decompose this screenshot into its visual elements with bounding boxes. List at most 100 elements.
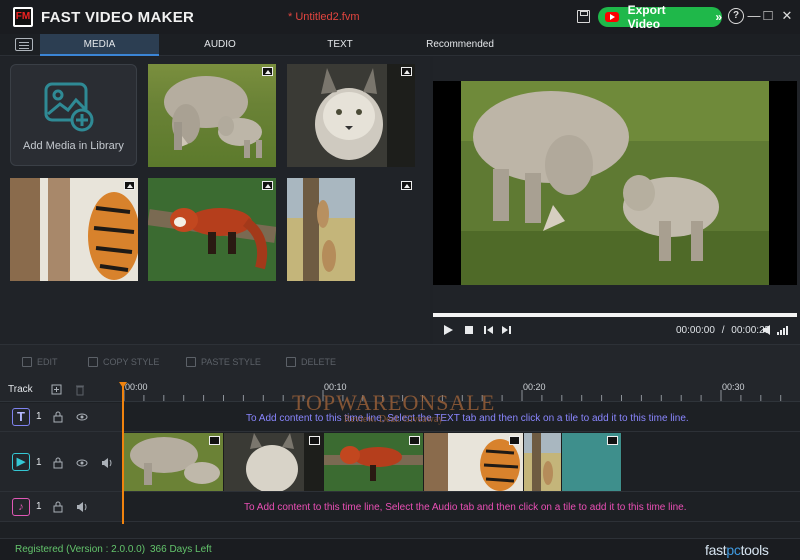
fastpctools-logo[interactable]: fastpctools: [705, 542, 769, 558]
time-display: 00:00:00 / 00:00:25: [676, 325, 770, 336]
clip-red-panda[interactable]: [324, 433, 424, 491]
help-icon[interactable]: ?: [728, 8, 744, 24]
delete-label: DELETE: [301, 357, 337, 367]
paste-style-button[interactable]: PASTE STYLE: [186, 357, 261, 367]
tiger-image: [10, 178, 138, 281]
text-track-icon: T: [12, 408, 30, 426]
audio-track-row: ♪ 1 To Add content to this time line, Se…: [0, 492, 800, 522]
menu-line: [19, 48, 29, 49]
play-icon[interactable]: [441, 323, 455, 337]
menu-line: [19, 45, 29, 46]
media-thumbnail-red-panda[interactable]: [148, 178, 276, 281]
lock-icon[interactable]: [52, 411, 64, 423]
ruler-label: 00:00: [125, 382, 148, 392]
tab-recommended[interactable]: Recommended: [400, 34, 520, 56]
audio-track-hint: To Add content to this time line, Select…: [244, 502, 687, 513]
video-preview: [433, 81, 797, 285]
add-media-label: Add Media in Library: [23, 140, 124, 152]
audio-track-header: ♪ 1: [0, 492, 123, 521]
paste-style-label: PASTE STYLE: [201, 357, 261, 367]
save-icon[interactable]: [577, 10, 590, 23]
skip-forward-icon[interactable]: [500, 323, 514, 337]
eye-icon[interactable]: [76, 411, 88, 423]
media-thumbnail-lynx[interactable]: [287, 64, 415, 167]
skip-back-icon[interactable]: [481, 323, 495, 337]
title-bar: FM FAST VIDEO MAKER * Untitled2.fvm Expo…: [0, 0, 800, 34]
media-thumbnail-meerkats[interactable]: [287, 178, 415, 281]
days-left: 366 Days Left: [150, 544, 212, 555]
video-track-icon: ▶: [12, 453, 30, 471]
playback-progress-bar[interactable]: [433, 313, 797, 317]
tab-text[interactable]: TEXT: [280, 34, 400, 56]
clip-transition[interactable]: [562, 433, 622, 491]
ruler-label: 00:20: [523, 382, 546, 392]
maximize-button[interactable]: □: [760, 8, 776, 24]
image-type-icon: [509, 436, 520, 445]
time-separator: /: [721, 325, 725, 336]
export-video-button[interactable]: Export Video »: [598, 3, 722, 31]
image-type-icon: [401, 67, 412, 76]
edit-button[interactable]: EDIT: [22, 357, 58, 367]
double-chevron-icon: »: [715, 10, 722, 24]
video-clip-strip[interactable]: [124, 433, 622, 491]
volume-icon[interactable]: [761, 323, 775, 337]
lock-icon[interactable]: [52, 457, 64, 469]
paste-icon: [186, 357, 196, 367]
lynx-image: [287, 64, 415, 167]
image-type-icon: [607, 436, 618, 445]
trash-icon: [286, 357, 296, 367]
copy-style-button[interactable]: COPY STYLE: [88, 357, 159, 367]
track-label: Track: [8, 384, 33, 395]
red-panda-image: [148, 178, 276, 281]
close-button[interactable]: ✕: [779, 8, 795, 24]
watermark: TOPWAREONSALE Review. Deal. Giveaway: [292, 390, 495, 425]
youtube-icon: [605, 12, 619, 22]
volume-icon[interactable]: [76, 501, 88, 513]
image-type-icon: [409, 436, 420, 445]
eye-icon[interactable]: [76, 457, 88, 469]
delete-track-icon[interactable]: [74, 384, 86, 396]
fast-video-maker-window: FM FAST VIDEO MAKER * Untitled2.fvm Expo…: [0, 0, 800, 560]
video-track-number: 1: [36, 457, 42, 468]
image-type-icon: [124, 181, 135, 190]
preview-rhino-image: [433, 81, 797, 285]
media-thumbnail-tiger[interactable]: [10, 178, 138, 281]
tab-media[interactable]: MEDIA: [40, 34, 159, 56]
registration-status: Registered (Version : 2.0.0.0): [15, 544, 146, 555]
playhead[interactable]: [119, 382, 127, 524]
image-type-icon: [262, 181, 273, 190]
volume-icon[interactable]: [101, 457, 113, 469]
lock-icon[interactable]: [52, 501, 64, 513]
track-header: Track: [0, 378, 123, 402]
rhino-image: [164, 76, 262, 158]
text-track-number: 1: [36, 411, 42, 422]
signal-bars-icon[interactable]: [776, 323, 790, 337]
ruler-label: 00:30: [722, 382, 745, 392]
stop-icon[interactable]: [462, 323, 476, 337]
audio-track-number: 1: [36, 501, 42, 512]
clip-lynx[interactable]: [224, 433, 324, 491]
music-note-icon: ♪: [12, 498, 30, 516]
add-track-icon[interactable]: [51, 384, 63, 396]
image-type-icon: [401, 181, 412, 190]
status-bar: Registered (Version : 2.0.0.0) 366 Days …: [0, 538, 800, 560]
logo-text: FM: [15, 9, 31, 25]
tab-bar: MEDIA AUDIO TEXT Recommended: [0, 34, 800, 56]
current-time: 00:00:00: [676, 325, 715, 336]
clip-rhino[interactable]: [124, 433, 224, 491]
copy-style-label: COPY STYLE: [103, 357, 160, 367]
image-type-icon: [309, 436, 320, 445]
image-type-icon: [209, 436, 220, 445]
clip-tiger[interactable]: [424, 433, 524, 491]
video-track-header: ▶ 1: [0, 432, 123, 491]
edit-toolbar: EDIT COPY STYLE PASTE STYLE DELETE: [0, 344, 800, 378]
media-thumbnail-rhino[interactable]: [148, 64, 276, 167]
delete-button[interactable]: DELETE: [286, 357, 336, 367]
export-video-label: Export Video: [627, 3, 666, 31]
hamburger-menu-icon[interactable]: [15, 38, 33, 51]
add-media-button[interactable]: Add Media in Library: [10, 64, 137, 166]
pencil-icon: [22, 357, 32, 367]
tab-audio[interactable]: AUDIO: [160, 34, 280, 56]
brand-pc: pc: [726, 542, 741, 558]
clip-meerkats[interactable]: [524, 433, 562, 491]
